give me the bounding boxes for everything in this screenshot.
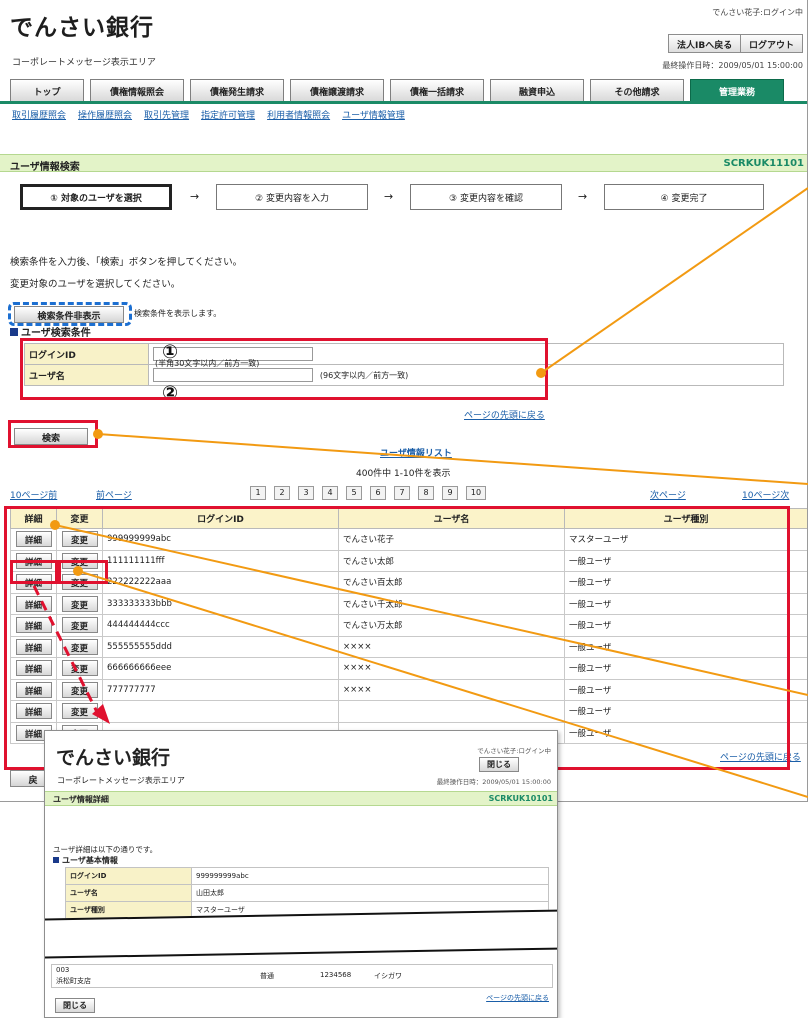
popup-screen-code: SCRKUK10101 — [488, 794, 553, 803]
step-arrow: → — [190, 190, 200, 203]
bank-logo: でんさい銀行 — [10, 15, 154, 41]
tab-bulk-request[interactable]: 債権一括請求 — [390, 79, 484, 101]
list-title: ユーザ情報リスト — [380, 449, 452, 459]
step-select-user: ① 対象のユーザを選択 — [20, 184, 172, 210]
omission-break — [45, 909, 557, 959]
step-input-changes: ② 変更内容を入力 — [216, 184, 368, 210]
next-10-pages-link[interactable]: 10ページ次 — [742, 488, 789, 501]
logout-button[interactable]: ログアウト — [740, 34, 804, 53]
popup-login-id-value: 999999999abc — [191, 867, 549, 885]
popup-last-operation: 最終操作日時：2009/05/01 15:00:00 — [436, 778, 551, 786]
page-6[interactable]: 6 — [370, 486, 386, 500]
instruction-text: 変更対象のユーザを選択してください。 — [10, 279, 181, 290]
last-operation-time: 最終操作日時：2009/05/01 15:00:00 — [662, 61, 803, 70]
instruction-text: 検索条件を入力後、「検索」ボタンを押してください。 — [10, 257, 243, 268]
page-1[interactable]: 1 — [250, 486, 266, 500]
page-title: ユーザ情報検索 — [10, 162, 80, 173]
tab-financing[interactable]: 融資申込 — [490, 79, 584, 101]
popup-section-heading: ユーザ基本情報 — [53, 855, 118, 866]
subnav-user-info-inquiry[interactable]: 利用者情報照会 — [267, 111, 330, 121]
popup-corporate-message: コーポレートメッセージ表示エリア — [57, 776, 185, 785]
step-complete: ④ 変更完了 — [604, 184, 764, 210]
login-user: でんさい花子:ログイン中 — [712, 8, 803, 17]
pagination: 10ページ前 前ページ 1 2 3 4 5 6 7 8 9 10 次ページ 10… — [0, 486, 807, 502]
tab-claim-transfer[interactable]: 債権譲渡請求 — [290, 79, 384, 101]
popup-section-label: ユーザ基本情報 — [62, 856, 118, 865]
toggle-caption: 検索条件を表示します。 — [134, 309, 222, 318]
tab-top[interactable]: トップ — [10, 79, 84, 101]
page-2[interactable]: 2 — [274, 486, 290, 500]
popup-login-user: でんさい花子:ログイン中 — [477, 747, 551, 755]
page-header: ユーザ情報検索 SCRKUK11101 — [0, 154, 807, 173]
subnav-operation-history[interactable]: 操作履歴照会 — [78, 111, 132, 121]
corp-ib-button[interactable]: 法人IBへ戻る — [668, 34, 742, 53]
popup-note: ユーザ詳細は以下の通りです。 — [53, 845, 158, 854]
sub-navigation: 取引履歴照会 操作履歴照会 取引先管理 指定許可管理 利用者情報照会 ユーザ情報管理 — [12, 108, 417, 121]
popup-bank-logo: でんさい銀行 — [56, 747, 171, 769]
tab-admin[interactable]: 管理業務 — [690, 79, 784, 101]
square-bullet-icon — [10, 328, 18, 336]
step-confirm-changes: ③ 変更内容を確認 — [410, 184, 562, 210]
step-arrow: → — [578, 190, 588, 203]
search-section-heading: ユーザ検索条件 — [10, 324, 91, 339]
popup-user-name-label: ユーザ名 — [65, 884, 192, 902]
tab-claim-issue[interactable]: 債権発生請求 — [190, 79, 284, 101]
subnav-user-management[interactable]: ユーザ情報管理 — [342, 111, 405, 121]
popup-back-to-top-link[interactable]: ページの先頭に戻る — [486, 993, 549, 1003]
page-4[interactable]: 4 — [322, 486, 338, 500]
next-page-link[interactable]: 次ページ — [650, 488, 686, 501]
popup-page-header: ユーザ情報詳細 SCRKUK10101 — [45, 791, 557, 806]
tab-claim-inquiry[interactable]: 債権情報照会 — [90, 79, 184, 101]
highlight-change-button — [58, 560, 108, 584]
tab-underline — [0, 101, 807, 104]
popup-close-button-bottom[interactable]: 閉じる — [55, 998, 95, 1013]
popup-account-number: 1234568 — [320, 971, 352, 979]
popup-login-id-label: ログインID — [65, 867, 192, 885]
prev-page-link[interactable]: 前ページ — [96, 488, 132, 501]
prev-10-pages-link[interactable]: 10ページ前 — [10, 488, 57, 501]
highlight-toggle — [8, 302, 132, 326]
popup-branch-code: 003 — [56, 966, 70, 974]
page-3[interactable]: 3 — [298, 486, 314, 500]
subnav-transaction-history[interactable]: 取引履歴照会 — [12, 111, 66, 121]
popup-account-type: 普通 — [260, 972, 274, 980]
popup-account-holder: イシガワ — [374, 972, 402, 980]
popup-close-button[interactable]: 閉じる — [479, 757, 519, 772]
highlight-search-conditions — [20, 338, 548, 400]
step-arrow: → — [384, 190, 394, 203]
tab-other-request[interactable]: その他請求 — [590, 79, 684, 101]
subnav-permission[interactable]: 指定許可管理 — [201, 111, 255, 121]
progress-steps: ① 対象のユーザを選択 → ② 変更内容を入力 → ③ 変更内容を確認 → ④ … — [0, 174, 807, 218]
user-detail-popup: でんさい銀行 コーポレートメッセージ表示エリア でんさい花子:ログイン中 閉じる… — [44, 730, 558, 1018]
subnav-partner[interactable]: 取引先管理 — [144, 111, 189, 121]
page-7[interactable]: 7 — [394, 486, 410, 500]
back-to-top-link[interactable]: ページの先頭に戻る — [464, 408, 545, 421]
list-summary: 400件中 1-10件を表示 — [356, 469, 451, 479]
highlight-search-button — [8, 420, 98, 448]
page-10[interactable]: 10 — [466, 486, 486, 500]
highlight-detail-button — [10, 560, 58, 584]
square-bullet-icon — [53, 857, 59, 863]
page-9[interactable]: 9 — [442, 486, 458, 500]
popup-user-name-value: 山田太郎 — [191, 884, 549, 902]
page-5[interactable]: 5 — [346, 486, 362, 500]
main-tabs: トップ 債権情報照会 債権発生請求 債権譲渡請求 債権一括請求 融資申込 その他… — [10, 79, 807, 101]
corporate-message-area: コーポレートメッセージ表示エリア — [12, 58, 156, 68]
popup-account-row: 003 浜松町支店 普通 1234568 イシガワ — [51, 964, 553, 988]
page-8[interactable]: 8 — [418, 486, 434, 500]
popup-title: ユーザ情報詳細 — [53, 795, 109, 804]
popup-branch-name: 浜松町支店 — [56, 977, 91, 985]
screen-code: SCRKUK11101 — [723, 158, 804, 169]
